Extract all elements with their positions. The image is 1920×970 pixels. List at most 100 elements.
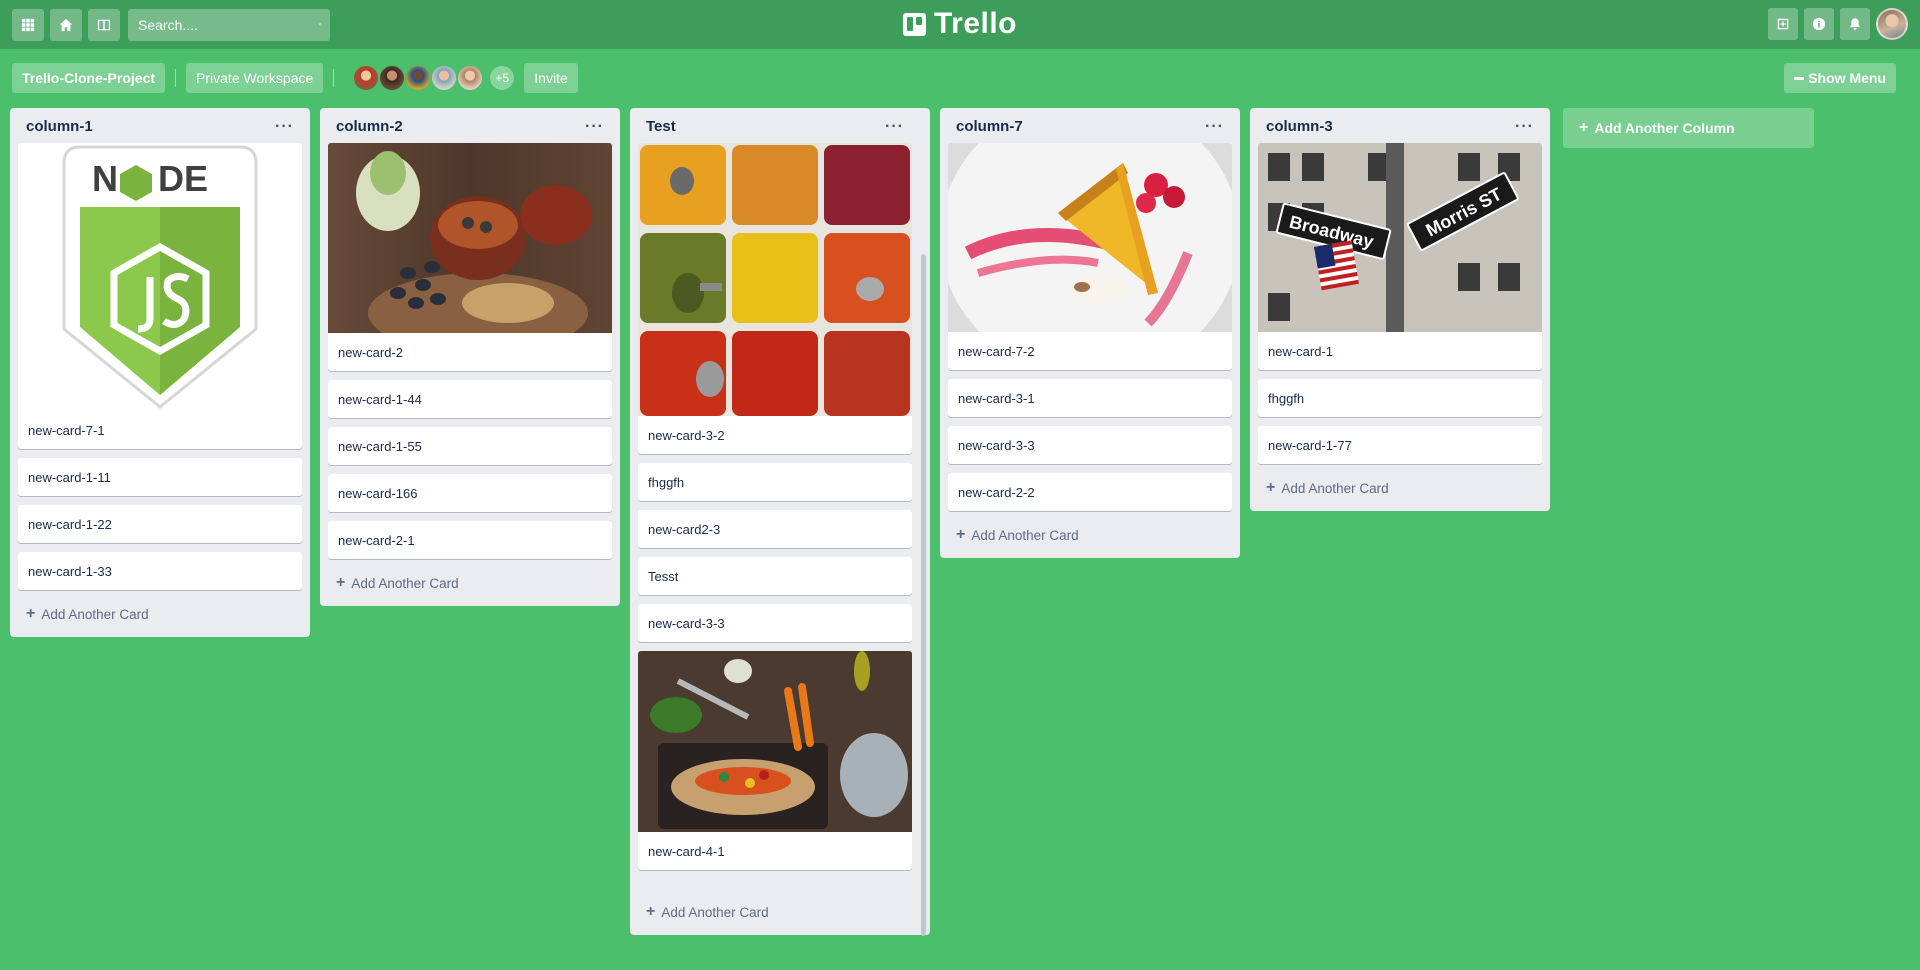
column-title[interactable]: column-3 bbox=[1266, 118, 1333, 135]
header-divider bbox=[333, 69, 335, 87]
card[interactable]: new-card-2 bbox=[328, 143, 612, 371]
show-menu-button[interactable]: Show Menu bbox=[1784, 63, 1896, 93]
card-title: new-card-2-2 bbox=[958, 484, 1035, 500]
apps-grid-icon bbox=[21, 18, 35, 31]
minus-icon bbox=[1794, 76, 1805, 80]
card[interactable]: new-card-2-2 bbox=[948, 473, 1232, 511]
plus-icon: + bbox=[26, 605, 36, 622]
card[interactable]: new-card-166 bbox=[328, 474, 612, 512]
plus-icon: + bbox=[956, 526, 966, 543]
add-card-button[interactable]: + Add Another Card bbox=[638, 897, 912, 927]
card-title: new-card-7-2 bbox=[958, 343, 1035, 359]
food-pot-image bbox=[328, 143, 612, 333]
boards-button[interactable] bbox=[88, 8, 120, 41]
search-input[interactable] bbox=[138, 16, 319, 33]
add-card-label: Add Another Card bbox=[661, 904, 769, 920]
home-icon bbox=[59, 18, 73, 31]
column-scrollbar[interactable] bbox=[921, 254, 926, 936]
card[interactable]: new-card-2-1 bbox=[328, 521, 612, 559]
card[interactable]: new-card-4-1 bbox=[638, 651, 912, 870]
create-board-button[interactable] bbox=[1768, 8, 1798, 40]
add-card-button[interactable]: + Add Another Card bbox=[328, 568, 612, 598]
fish-dish-image bbox=[638, 651, 912, 832]
add-column-label: Add Another Column bbox=[1594, 120, 1735, 136]
card-title: new-card-1-33 bbox=[28, 563, 112, 579]
search-icon[interactable] bbox=[319, 17, 322, 32]
card-title: fhggfh bbox=[648, 474, 685, 490]
add-card-button[interactable]: + Add Another Card bbox=[1258, 473, 1542, 503]
info-button[interactable] bbox=[1804, 8, 1834, 40]
add-card-label: Add Another Card bbox=[351, 575, 459, 591]
card-title: new-card-1-11 bbox=[28, 469, 111, 485]
trello-logo[interactable]: Trello bbox=[902, 7, 1017, 41]
add-card-button[interactable]: + Add Another Card bbox=[18, 599, 302, 629]
card[interactable]: new-card-1-11 bbox=[18, 458, 302, 496]
svg-text:DE: DE bbox=[158, 158, 208, 199]
workspace-button[interactable]: Private Workspace bbox=[186, 63, 324, 93]
home-button[interactable] bbox=[50, 8, 82, 41]
notifications-button[interactable] bbox=[1840, 8, 1870, 40]
column-menu-button[interactable]: ··· bbox=[585, 118, 604, 134]
card-title: new-card-1-55 bbox=[338, 438, 422, 454]
card[interactable]: Broadway Morris ST new-card-1 bbox=[1258, 143, 1542, 370]
column-menu-button[interactable]: ··· bbox=[1515, 118, 1534, 134]
member-avatar[interactable] bbox=[378, 64, 407, 92]
column-menu-button[interactable]: ··· bbox=[275, 118, 294, 134]
add-card-button[interactable]: + Add Another Card bbox=[948, 520, 1232, 550]
card-title: new-card-4-1 bbox=[648, 843, 725, 859]
show-menu-label: Show Menu bbox=[1808, 70, 1886, 86]
card-title: new-card-1 bbox=[1268, 343, 1334, 359]
member-avatars: +5 bbox=[352, 64, 517, 92]
card-title: new-card-1-44 bbox=[338, 391, 422, 407]
card[interactable]: new-card-1-77 bbox=[1258, 426, 1542, 464]
apps-grid-button[interactable] bbox=[12, 8, 44, 41]
card[interactable]: new-card-1-22 bbox=[18, 505, 302, 543]
more-members-badge[interactable]: +5 bbox=[488, 64, 517, 92]
card-title: new-card-2 bbox=[338, 344, 404, 360]
column-menu-button[interactable]: ··· bbox=[885, 118, 904, 134]
card[interactable]: new-card-3-2 bbox=[638, 143, 912, 454]
svg-text:N: N bbox=[92, 158, 118, 199]
column-title[interactable]: column-2 bbox=[336, 118, 403, 135]
card[interactable]: new-card-1-55 bbox=[328, 427, 612, 465]
card[interactable]: new-card-1-33 bbox=[18, 552, 302, 590]
member-avatar[interactable] bbox=[404, 64, 433, 92]
tart-dessert-image bbox=[948, 143, 1232, 332]
card[interactable]: fhggfh bbox=[1258, 379, 1542, 417]
board-header: Trello-Clone-Project Private Workspace +… bbox=[12, 63, 578, 93]
column-title[interactable]: column-7 bbox=[956, 118, 1023, 135]
column: column-7 ··· new-card-7-2 new-card-3-1 n… bbox=[940, 108, 1240, 558]
column-menu-button[interactable]: ··· bbox=[1205, 118, 1224, 134]
card-title: fhggfh bbox=[1268, 390, 1305, 406]
card[interactable]: fhggfh bbox=[638, 463, 912, 501]
street-sign-image: Broadway Morris ST bbox=[1258, 143, 1542, 332]
nodejs-logo-image: N DE bbox=[18, 143, 302, 411]
card[interactable]: new-card-1-44 bbox=[328, 380, 612, 418]
card[interactable]: new-card-3-3 bbox=[948, 426, 1232, 464]
card[interactable]: new-card-3-3 bbox=[638, 604, 912, 642]
card[interactable]: Tesst bbox=[638, 557, 912, 595]
search-box[interactable] bbox=[128, 8, 330, 41]
card[interactable]: N DE new-card-7-1 bbox=[18, 143, 302, 449]
card[interactable]: new-card-7-2 bbox=[948, 143, 1232, 370]
invite-button[interactable]: Invite bbox=[524, 63, 578, 93]
add-card-label: Add Another Card bbox=[41, 606, 149, 622]
column-title[interactable]: Test bbox=[646, 118, 676, 135]
member-avatar[interactable] bbox=[456, 64, 485, 92]
column: Test ··· new-card-3-2 fhggfh new-card2-3… bbox=[630, 108, 930, 936]
board-title-button[interactable]: Trello-Clone-Project bbox=[12, 63, 166, 93]
card[interactable]: new-card2-3 bbox=[638, 510, 912, 548]
add-card-label: Add Another Card bbox=[971, 527, 1079, 543]
info-icon bbox=[1812, 17, 1826, 31]
card[interactable]: new-card-3-1 bbox=[948, 379, 1232, 417]
member-avatar[interactable] bbox=[352, 64, 381, 92]
add-card-label: Add Another Card bbox=[1281, 480, 1389, 496]
member-avatar[interactable] bbox=[430, 64, 459, 92]
column-title[interactable]: column-1 bbox=[26, 118, 93, 135]
card-title: new-card-166 bbox=[338, 485, 418, 501]
card-list: new-card-3-2 fhggfh new-card2-3 Tesst ne… bbox=[638, 143, 912, 897]
column: column-1 ··· N DE new-card-7-1 new-card-… bbox=[10, 108, 310, 637]
card-title: new-card-3-2 bbox=[648, 427, 725, 443]
add-column-button[interactable]: + Add Another Column bbox=[1563, 108, 1814, 148]
user-avatar[interactable] bbox=[1876, 8, 1908, 40]
